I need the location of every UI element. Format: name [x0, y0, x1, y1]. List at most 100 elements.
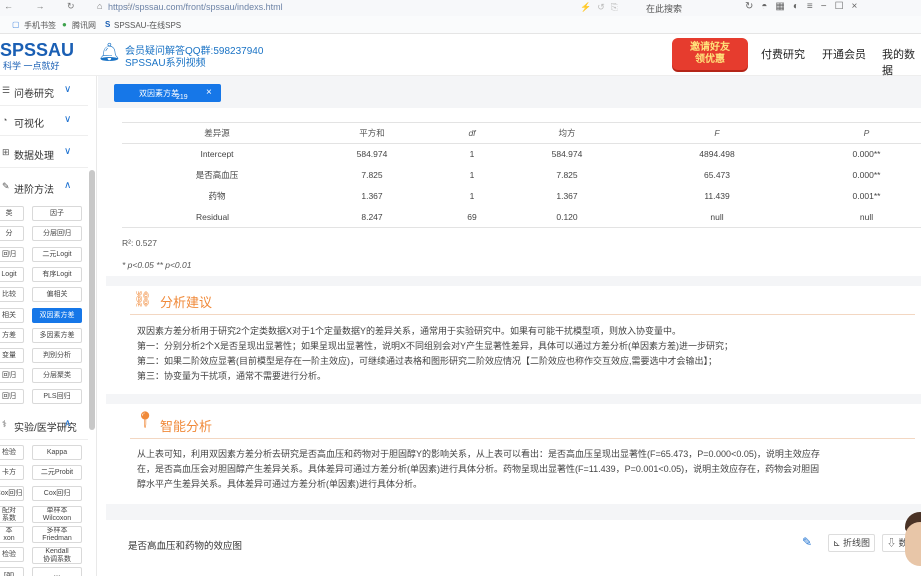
sidebar-group-data[interactable]: ⊞ 数据处理 ∨ — [0, 138, 88, 168]
table-cell: 1.367 — [361, 191, 383, 201]
method-button[interactable]: 回归 — [0, 388, 24, 404]
method-button[interactable]: 有序Logit — [32, 266, 82, 282]
nav-my-data[interactable]: 我的数据 — [882, 46, 921, 78]
location-pin-icon: 📍︎ — [135, 412, 156, 429]
chevron-down-icon: ∨ — [64, 84, 72, 95]
address-bar[interactable]: https://spssau.com/front/spssau/indexs.h… — [108, 2, 283, 12]
table-cell: 1 — [469, 149, 475, 160]
method-button[interactable]: 单样本 Wilcoxon — [32, 505, 82, 523]
method-button[interactable]: 检验 — [0, 445, 24, 460]
table-cell: 11.439 — [704, 191, 730, 201]
bookmark-item[interactable]: SPSSAU-在线SPS — [114, 20, 181, 31]
browser-toolbar: ← → ↻ ⌂ ☆ https://spssau.com/front/spssa… — [0, 0, 921, 16]
method-button[interactable]: ran — [0, 566, 24, 576]
method-button[interactable]: Cox回归 — [32, 485, 82, 501]
table-cell: 7.825 — [556, 170, 578, 180]
method-button[interactable]: Kappa — [32, 445, 82, 460]
method-button[interactable]: 多因素方差 — [32, 327, 82, 343]
table-cell: null — [622, 206, 812, 228]
method-button[interactable]: 偏相关 — [32, 287, 82, 303]
browser-window-icons[interactable]: ↻◓▦◐≡−☐× — [745, 1, 865, 12]
close-icon[interactable]: × — [206, 87, 212, 98]
method-button[interactable]: 比较 — [0, 287, 24, 303]
method-button[interactable]: 分层回归 — [32, 226, 82, 242]
sidebar-group-label: 可视化 — [14, 119, 44, 130]
link-icon: ⛓ — [133, 291, 153, 308]
table-row: 是否高血压 7.825 1 7.825 65.473 0.000** — [122, 165, 921, 186]
method-button[interactable]: 方差 — [0, 327, 24, 343]
col-header: 均方 — [512, 122, 622, 144]
table-cell: 7.825 — [361, 170, 383, 180]
bookmark-item[interactable]: 腾讯网 — [72, 20, 96, 31]
method-button[interactable]: 判别分析 — [32, 348, 82, 364]
bookmark-item[interactable]: 手机书签 — [24, 20, 56, 31]
method-button[interactable]: 类 — [0, 206, 24, 221]
method-button[interactable]: 双因素方差 — [32, 307, 82, 323]
table-row: Intercept 584.974 1 584.974 4894.498 0.000** — [122, 144, 921, 165]
tab-two-way-anova[interactable]: 双因素方差 219 × — [114, 84, 221, 102]
method-button[interactable]: 二元Logit — [32, 246, 82, 262]
method-button[interactable]: 因子 — [32, 206, 82, 221]
nav-membership[interactable]: 开通会员 — [822, 46, 866, 62]
method-button[interactable]: 回归 — [0, 368, 24, 384]
method-button[interactable]: 分层聚类 — [32, 368, 82, 384]
method-button[interactable]: 变量 — [0, 348, 24, 364]
grid-icon: ⊞ — [2, 147, 10, 157]
bookmark-icon: ▢ — [12, 20, 20, 29]
medical-icon: ⚕ — [2, 419, 7, 429]
edit-icon[interactable]: ✎ — [802, 535, 812, 549]
method-button[interactable]: 分 — [0, 226, 24, 242]
table-header-row: 差异源 平方和 df 均方 F P — [122, 122, 921, 144]
method-button[interactable]: 配对 系数 — [0, 505, 24, 523]
smart-line: 醇水平产生差异关系。具体差异可通过方差分析(单因素)进行具体分析。 — [137, 479, 422, 489]
invite-promo-button[interactable]: 邀请好友 领优惠 — [672, 38, 748, 70]
method-button[interactable]: 本 xon — [0, 526, 24, 544]
bell-icon[interactable]: 🔔︎ — [98, 42, 121, 63]
method-button[interactable]: 回归 — [0, 246, 24, 262]
table-cell: 1.367 — [556, 191, 578, 201]
advice-title: 分析建议 — [160, 295, 213, 310]
method-button[interactable]: Cox回归 — [0, 485, 24, 501]
sidebar-scrollbar[interactable] — [89, 170, 95, 430]
method-button[interactable]: 二元Probit — [32, 465, 82, 481]
col-header: F — [622, 122, 812, 144]
table-cell: 584.974 — [551, 149, 583, 160]
browser-search[interactable]: 在此搜索 — [646, 2, 682, 15]
sidebar-group-advanced[interactable]: ✎ 进阶方法 ∧ — [0, 172, 88, 202]
line-chart-button[interactable]: ⊾ 折线图 — [828, 534, 876, 552]
logo-slogan: 科学 一点就好 — [3, 61, 60, 71]
chevron-up-icon: ∧ — [64, 418, 72, 429]
table-cell: Residual — [122, 206, 312, 228]
method-button[interactable]: Kendall 协调系数 — [32, 546, 82, 564]
sidebar-group-visual[interactable]: ◔ 可视化 ∨ — [0, 106, 88, 136]
method-button[interactable]: 卡方 — [0, 465, 24, 481]
method-button[interactable]: 检验 — [0, 546, 24, 562]
sidebar-group-survey[interactable]: ☰ 问卷研究 ∨ — [0, 76, 88, 106]
video-link[interactable]: SPSSAU系列视频 — [125, 54, 206, 69]
sidebar-group-experiment[interactable]: ⚕ 实验/医学研究 ∧ — [0, 410, 88, 440]
method-button[interactable]: 多样本 Friedman — [32, 526, 82, 544]
method-button[interactable]: 相关 — [0, 307, 24, 323]
table-row: 药物 1.367 1 1.367 11.439 0.001** — [122, 186, 921, 207]
logo[interactable]: SPSSAU — [0, 40, 74, 61]
col-header: P — [812, 122, 921, 144]
table-cell: 药物 — [208, 191, 226, 201]
table-cell: 584.974 — [356, 149, 388, 160]
method-button[interactable]: … — [32, 566, 82, 576]
assistant-avatar[interactable] — [905, 522, 921, 566]
table-row: Residual 8.247 69 0.120 null null — [122, 206, 921, 228]
method-button[interactable]: Logit — [0, 266, 24, 282]
bookmark-icon: ● — [62, 20, 67, 29]
table-cell: 4894.498 — [699, 149, 735, 160]
table-cell: 0.120 — [512, 206, 622, 228]
pen-icon: ✎ — [2, 181, 10, 191]
divider — [130, 314, 915, 315]
r-squared: R²: 0.527 — [122, 238, 157, 248]
advice-line: 双因素方差分析用于研究2个定类数据X对于1个定量数据Y的差异关系，通常用于实验研… — [137, 326, 682, 336]
list-icon: ☰ — [2, 85, 11, 95]
sidebar-group-label: 进阶方法 — [14, 185, 54, 196]
nav-paid-research[interactable]: 付费研究 — [761, 46, 805, 62]
method-button[interactable]: PLS回归 — [32, 388, 82, 404]
browser-tool-icons[interactable]: ⚡↺⎘ — [580, 2, 624, 13]
chevron-down-icon: ∨ — [64, 114, 72, 125]
